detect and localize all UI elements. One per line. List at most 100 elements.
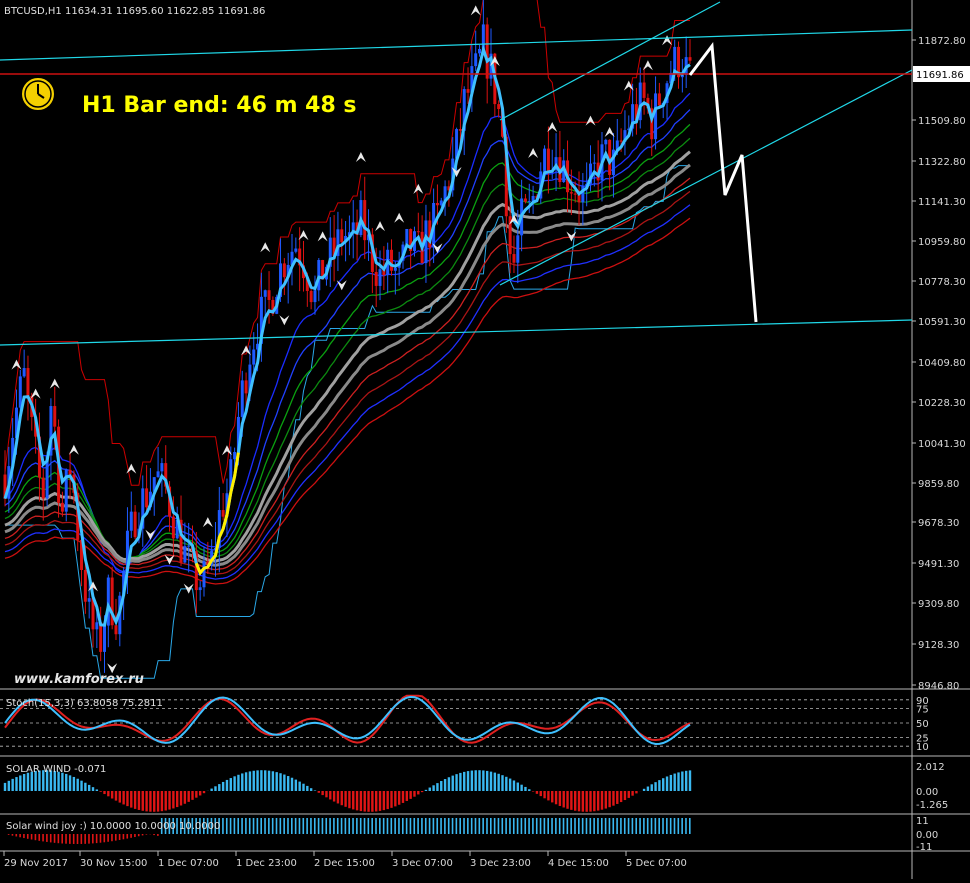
joy-bar xyxy=(505,818,507,834)
candle-body xyxy=(673,47,676,73)
solar-bar xyxy=(264,770,266,791)
joy-bar xyxy=(528,818,530,834)
time-tick-label: 2 Dec 15:00 xyxy=(314,858,375,869)
solar-bar xyxy=(99,791,101,792)
joy-bar xyxy=(532,818,534,834)
price-tick-label: 9491.30 xyxy=(918,559,959,570)
solar-bar xyxy=(440,781,442,791)
joy-bar xyxy=(241,818,243,834)
price-tick-label: 10591.30 xyxy=(918,317,966,328)
joy-bar xyxy=(237,818,239,834)
solar-bar xyxy=(241,773,243,791)
solar-bar xyxy=(314,790,316,791)
solar-bar xyxy=(260,770,262,791)
solar-bar xyxy=(666,776,668,791)
solar-bar xyxy=(142,791,144,811)
solar-bar xyxy=(157,791,159,812)
joy-bar xyxy=(624,818,626,834)
solar-bar xyxy=(394,791,396,806)
price-tick-label: 11141.30 xyxy=(918,197,966,208)
candle-body xyxy=(486,24,489,78)
solar-bar xyxy=(184,791,186,804)
candle-body xyxy=(172,517,175,539)
joy-bar xyxy=(517,818,519,834)
solar-label: SOLAR WIND -0.071 xyxy=(6,764,106,775)
solar-bar xyxy=(4,783,6,791)
joy-bar xyxy=(306,818,308,834)
solar-bar xyxy=(276,772,278,791)
candle-body xyxy=(53,406,56,427)
solar-bar xyxy=(15,777,17,791)
candle-body xyxy=(245,380,248,393)
solar-bar xyxy=(245,772,247,791)
joy-bar xyxy=(559,818,561,834)
joy-bar xyxy=(92,834,94,843)
time-tick-label: 5 Dec 07:00 xyxy=(626,858,687,869)
solar-bar xyxy=(371,791,373,812)
joy-bar xyxy=(578,818,580,834)
solar-bar xyxy=(509,779,511,791)
solar-bar xyxy=(605,791,607,809)
price-tag-text: 11691.86 xyxy=(916,70,964,81)
candle-body xyxy=(574,194,577,195)
joy-bar xyxy=(632,818,634,834)
price-tick-label: 10778.30 xyxy=(918,277,966,288)
joy-bar xyxy=(325,818,327,834)
candle-body xyxy=(516,235,519,262)
solar-bar xyxy=(478,770,480,791)
joy-bar xyxy=(609,818,611,834)
solar-bar xyxy=(161,791,163,811)
price-axis[interactable]: 11872.8011509.8011322.8011141.3010959.80… xyxy=(912,36,966,692)
solar-bar xyxy=(406,791,408,801)
solar-bar xyxy=(582,791,584,812)
joy-bar xyxy=(69,834,71,844)
candle-body xyxy=(689,57,692,61)
solar-bar xyxy=(65,774,67,791)
solar-bar xyxy=(295,780,297,791)
candle-body xyxy=(294,249,297,252)
joy-bar xyxy=(249,818,251,834)
candle-body xyxy=(570,192,573,193)
time-tick-label: 30 Nov 15:00 xyxy=(80,858,147,869)
joy-bar xyxy=(482,818,484,834)
solar-bar xyxy=(593,791,595,811)
candle-body xyxy=(405,229,408,245)
solar-bar xyxy=(409,791,411,799)
joy-bar xyxy=(230,818,232,834)
candle-body xyxy=(417,231,420,232)
joy-bar xyxy=(65,834,67,844)
solar-bar xyxy=(287,776,289,791)
joy-bar xyxy=(12,834,14,836)
solar-bar xyxy=(402,791,404,803)
solar-bar xyxy=(379,791,381,811)
joy-bar xyxy=(436,818,438,834)
price-tick-label: 10959.80 xyxy=(918,237,966,248)
solar-bar xyxy=(283,775,285,791)
solar-bar xyxy=(321,791,323,795)
solar-bar xyxy=(635,791,637,793)
joy-bar xyxy=(655,818,657,834)
solar-bar xyxy=(432,785,434,791)
solar-bar xyxy=(344,791,346,807)
candle-body xyxy=(187,546,190,547)
time-tick-label: 29 Nov 2017 xyxy=(4,858,68,869)
joy-bar xyxy=(318,818,320,834)
symbol-header: BTCUSD,H1 11634.31 11695.60 11622.85 116… xyxy=(4,6,265,17)
candle-body xyxy=(103,626,106,652)
candle-body xyxy=(379,269,382,286)
chart-canvas[interactable]: H1 Bar end: 46 m 48 s BTCUSD,H1 11634.31… xyxy=(0,0,970,879)
solar-bar xyxy=(670,775,672,791)
joy-bar xyxy=(337,818,339,834)
joy-bar xyxy=(245,818,247,834)
candle-body xyxy=(543,149,546,172)
solar-bar xyxy=(647,787,649,791)
candle-body xyxy=(547,149,550,171)
joy-bar xyxy=(42,834,44,841)
solar-bar xyxy=(195,791,197,798)
joy-bar xyxy=(126,834,128,839)
solar-bar xyxy=(214,786,216,791)
joy-bar xyxy=(46,834,48,842)
candle-body xyxy=(130,512,133,531)
solar-bar xyxy=(19,775,21,791)
solar-bar xyxy=(425,790,427,791)
